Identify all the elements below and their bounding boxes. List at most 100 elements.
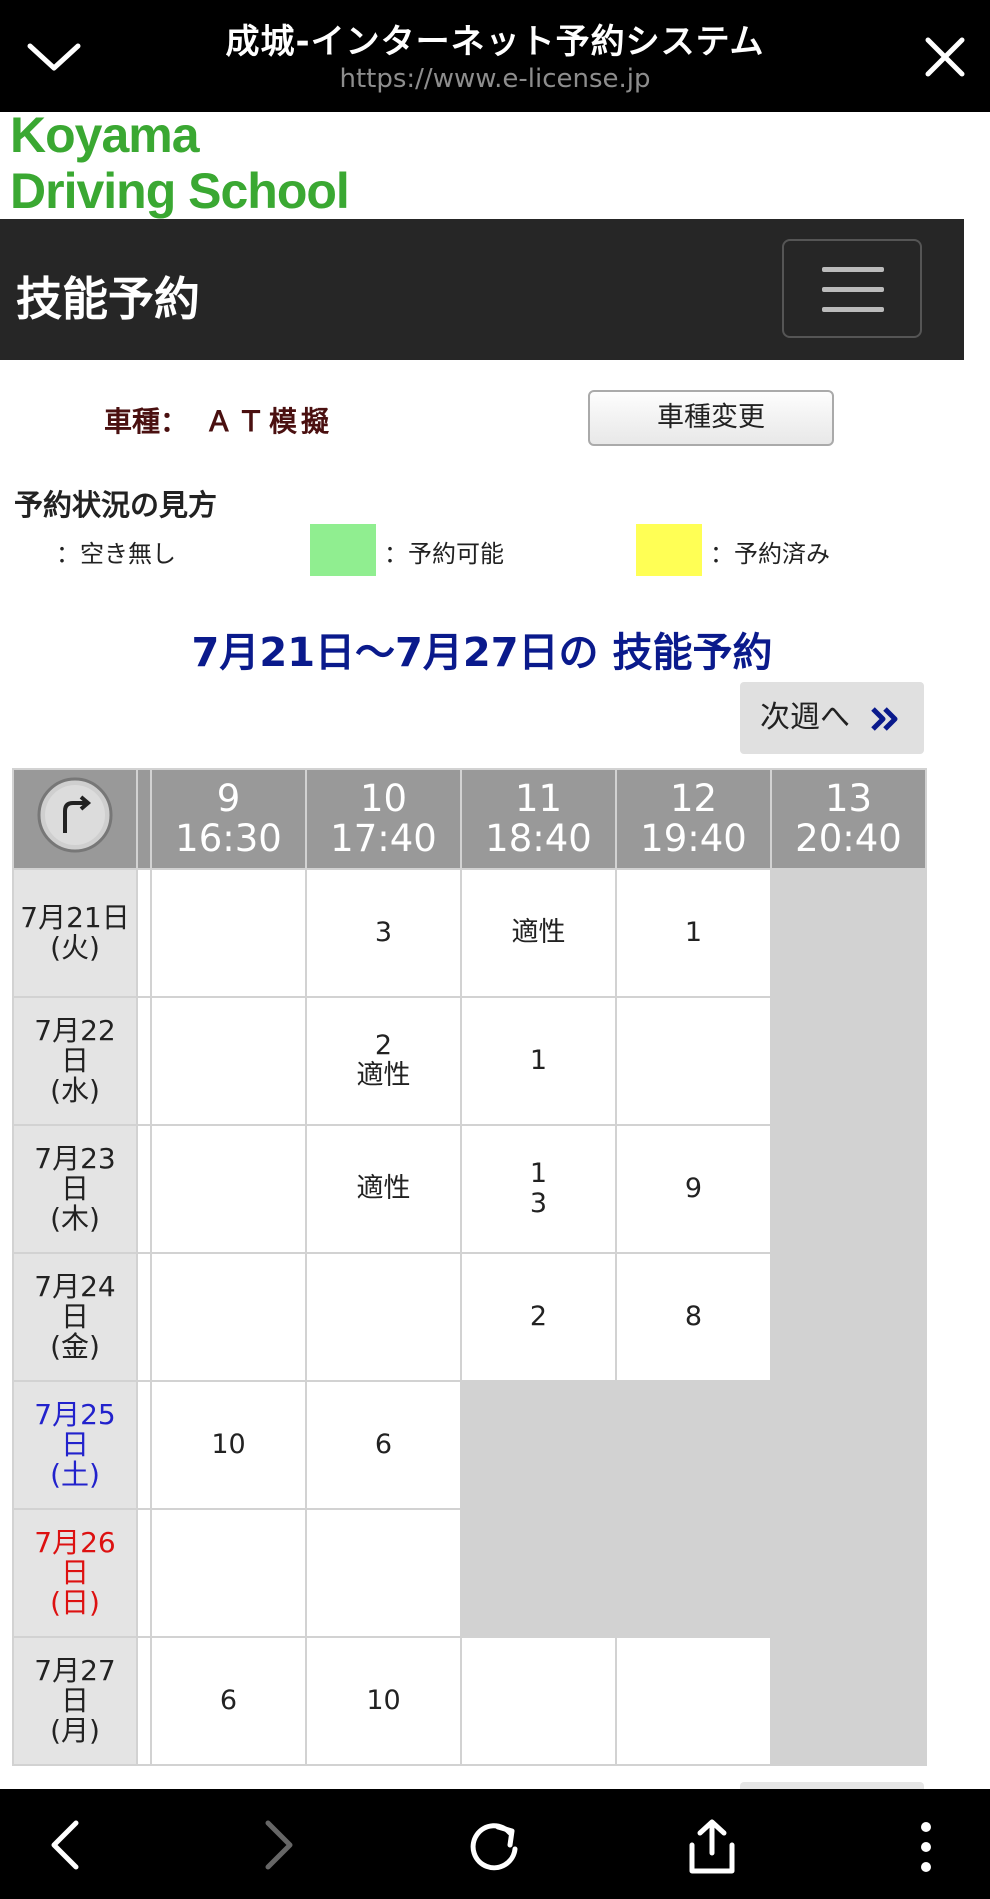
slot-unavailable	[460, 1508, 617, 1638]
date-text: 7月22	[34, 1014, 116, 1047]
slot-unavailable	[615, 1508, 772, 1638]
date-text: (火)	[50, 931, 100, 964]
period-time: 17:40	[330, 817, 437, 860]
row-gap	[136, 1636, 152, 1766]
refresh-arrow-icon[interactable]	[35, 775, 115, 855]
date-text: (日)	[50, 1586, 100, 1619]
slot-text: 1	[529, 1158, 548, 1189]
slot-cell[interactable]: 1	[460, 996, 617, 1126]
slot-cell[interactable]	[460, 1636, 617, 1766]
slot-cell[interactable]	[615, 1636, 772, 1766]
reload-icon[interactable]	[468, 1819, 522, 1873]
date-text: 日	[60, 1300, 89, 1333]
slot-cell[interactable]: 10	[305, 1636, 462, 1766]
slot-unavailable	[460, 1380, 617, 1510]
legend-available: ：予約可能	[384, 540, 504, 568]
row-gap	[136, 1252, 152, 1382]
date-text: 日	[60, 1684, 89, 1717]
browser-bottom-bar	[0, 1789, 990, 1899]
date-text: 7月26	[34, 1526, 116, 1559]
change-vehicle-button[interactable]: 車種変更	[588, 390, 834, 446]
slot-cell[interactable]	[150, 1124, 307, 1254]
period-header: 13 20:40	[770, 768, 927, 870]
row-gap	[136, 1124, 152, 1254]
date-cell: 7月23 日 (木)	[12, 1124, 138, 1254]
slot-text: 2	[529, 1301, 548, 1332]
row-gap	[136, 1380, 152, 1510]
date-text: (水)	[50, 1074, 100, 1107]
date-cell: 7月21日 (火)	[12, 868, 138, 998]
date-text: 7月24	[34, 1270, 116, 1303]
date-cell: 7月27 日 (月)	[12, 1636, 138, 1766]
page-title: 技能予約	[16, 272, 200, 326]
double-chevron-right-icon	[871, 707, 898, 731]
table-row: 7月24 日 (金) 2 8	[12, 1252, 927, 1382]
slot-text: 適性	[511, 917, 566, 948]
row-gap	[136, 996, 152, 1126]
legend-reserved-swatch	[636, 524, 702, 576]
legend-available-swatch	[310, 524, 376, 576]
slot-cell[interactable]: 8	[615, 1252, 772, 1382]
close-icon[interactable]	[920, 32, 970, 82]
slot-cell[interactable]: 6	[305, 1380, 462, 1510]
slot-cell[interactable]	[150, 1252, 307, 1382]
slot-text: 適性	[356, 1173, 411, 1204]
date-text: (土)	[50, 1458, 100, 1491]
next-week-button[interactable]: 次週へ	[740, 682, 924, 754]
legend-unavailable: ：空き無し	[56, 540, 176, 568]
slot-cell[interactable]: 適性	[305, 1124, 462, 1254]
svg-text:Koyama: Koyama	[10, 112, 201, 163]
slot-cell[interactable]: 9	[615, 1124, 772, 1254]
forward-icon[interactable]	[258, 1819, 298, 1871]
slot-unavailable	[770, 1636, 927, 1766]
slot-cell[interactable]	[305, 1508, 462, 1638]
slot-cell[interactable]: 6	[150, 1636, 307, 1766]
slot-cell[interactable]: 2	[460, 1252, 617, 1382]
period-number: 13	[824, 777, 873, 820]
slot-unavailable	[770, 996, 927, 1126]
vehicle-label: 車種：	[104, 405, 189, 438]
slot-cell[interactable]: 1	[615, 868, 772, 998]
schedule-table: 9 16:30 10 17:40 11 18:40 12 19:40 13 20:40 7月21日…	[12, 768, 927, 1766]
table-row: 7月26 日 (日)	[12, 1508, 927, 1638]
share-icon[interactable]	[686, 1819, 738, 1875]
date-text: (金)	[50, 1330, 100, 1363]
slot-text: 3	[529, 1188, 548, 1219]
header-gap	[136, 768, 152, 870]
hamburger-menu-icon[interactable]	[782, 239, 922, 338]
next-week-label: 次週へ	[760, 700, 850, 735]
slot-text: 適性	[356, 1060, 411, 1091]
period-time: 20:40	[795, 817, 902, 860]
slot-cell[interactable]: 2 適性	[305, 996, 462, 1126]
slot-cell[interactable]	[305, 1252, 462, 1382]
period-number: 9	[216, 777, 241, 820]
table-corner	[12, 768, 138, 870]
date-text: 7月25	[34, 1398, 116, 1431]
slot-cell[interactable]	[150, 868, 307, 998]
period-time: 18:40	[485, 817, 592, 860]
slot-cell[interactable]	[150, 1508, 307, 1638]
table-row: 7月21日 (火) 3 適性 1	[12, 868, 927, 998]
browser-url: https://www.e-license.jp	[339, 64, 651, 94]
school-logo[interactable]: Koyama Driving School	[10, 112, 350, 220]
slot-unavailable	[770, 1380, 927, 1510]
date-cell: 7月25 日 (土)	[12, 1380, 138, 1510]
slot-unavailable	[770, 868, 927, 998]
slot-cell[interactable]: 10	[150, 1380, 307, 1510]
date-text: 7月21日	[20, 901, 130, 934]
slot-text: 10	[211, 1429, 246, 1460]
date-cell: 7月24 日 (金)	[12, 1252, 138, 1382]
slot-cell[interactable]: 適性	[460, 868, 617, 998]
slot-unavailable	[770, 1124, 927, 1254]
period-header: 11 18:40	[460, 768, 617, 870]
slot-cell[interactable]	[615, 996, 772, 1126]
slot-cell[interactable]	[150, 996, 307, 1126]
back-icon[interactable]	[46, 1819, 86, 1871]
slot-text: 6	[374, 1429, 393, 1460]
date-text: 日	[60, 1172, 89, 1205]
more-icon[interactable]	[912, 1819, 940, 1875]
svg-text:Driving School: Driving School	[10, 163, 349, 219]
slot-cell[interactable]: 3	[305, 868, 462, 998]
slot-cell[interactable]: 13	[460, 1124, 617, 1254]
slot-unavailable	[770, 1508, 927, 1638]
